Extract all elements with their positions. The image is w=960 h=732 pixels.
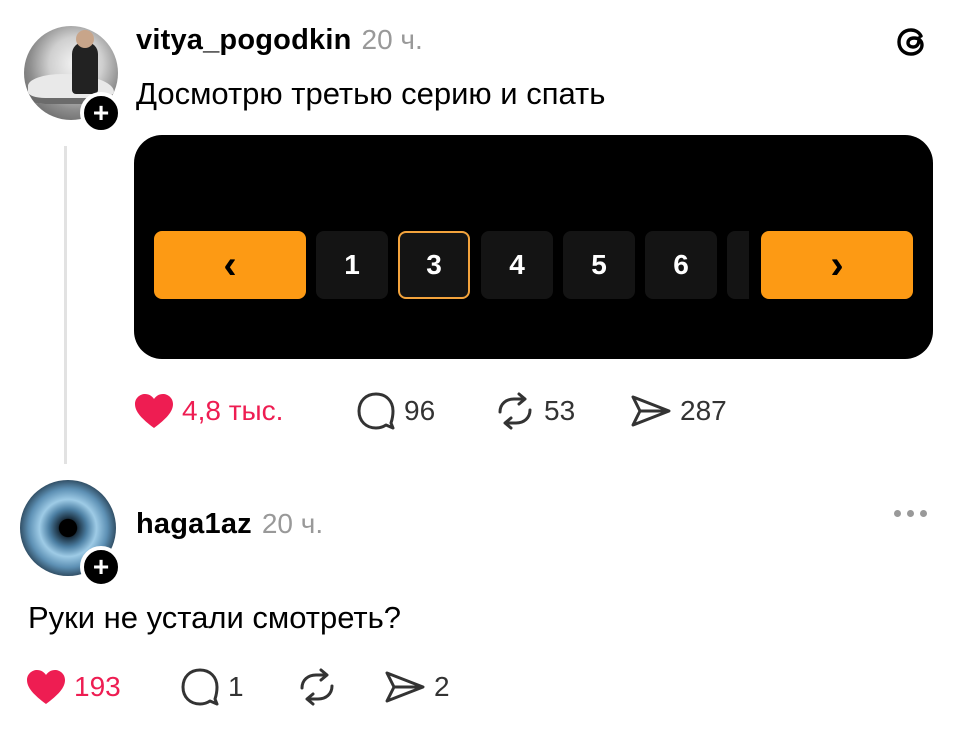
- page-button-3-active[interactable]: 3: [398, 231, 470, 299]
- page-button-6[interactable]: 6: [645, 231, 717, 299]
- reply-text: Руки не устали смотреть?: [28, 600, 402, 635]
- username[interactable]: vitya_pogodkin: [136, 24, 352, 57]
- next-page-button[interactable]: ›: [761, 231, 913, 299]
- comment-button[interactable]: 96: [356, 392, 494, 430]
- page-label: 5: [591, 249, 607, 280]
- repost-icon: [498, 392, 532, 430]
- comment-count: 1: [228, 671, 244, 702]
- repost-button[interactable]: 53: [494, 392, 630, 430]
- follow-plus-icon[interactable]: +: [80, 546, 122, 588]
- comment-count: 96: [404, 395, 436, 426]
- heart-icon: [135, 394, 173, 428]
- threads-logo-icon[interactable]: [893, 22, 933, 62]
- share-icon: [631, 395, 671, 427]
- share-icon: [385, 671, 425, 703]
- share-button[interactable]: 287: [630, 394, 727, 428]
- avatar-head-shape: [76, 30, 94, 48]
- page-button-1[interactable]: 1: [316, 231, 388, 299]
- repost-button[interactable]: [296, 668, 384, 706]
- page-label: 4: [509, 249, 525, 280]
- share-button[interactable]: 2: [384, 670, 450, 704]
- username[interactable]: haga1az: [136, 508, 252, 541]
- like-button[interactable]: 193: [26, 669, 180, 705]
- timestamp: 20 ч.: [261, 508, 324, 539]
- follow-plus-icon[interactable]: +: [80, 92, 122, 134]
- post-media-pagination: ‹ 1 3 4 5 6 ›: [134, 135, 933, 359]
- like-count: 4,8 тыс.: [182, 395, 284, 426]
- share-count: 287: [680, 395, 727, 426]
- comment-icon: [181, 668, 219, 706]
- repost-count: 53: [544, 395, 576, 426]
- share-count: 2: [434, 671, 450, 702]
- page-label: 6: [673, 249, 689, 280]
- thread-line: [64, 146, 67, 464]
- chevron-left-icon: ‹: [223, 243, 237, 287]
- avatar-person-shape: [72, 42, 98, 94]
- comment-button[interactable]: 1: [180, 668, 296, 706]
- post-text: Досмотрю третью серию и спать: [136, 76, 606, 111]
- page-button-4[interactable]: 4: [481, 231, 553, 299]
- like-count: 193: [74, 671, 121, 702]
- more-icon[interactable]: [894, 510, 927, 517]
- post-actions: 4,8 тыс. 96 53 287: [134, 392, 727, 430]
- heart-icon: [27, 670, 65, 704]
- comment-icon: [357, 392, 395, 430]
- post-header: vitya_pogodkin 20 ч.: [136, 24, 423, 57]
- reply-header: haga1az 20 ч.: [136, 508, 323, 541]
- page-label: 1: [344, 249, 360, 280]
- timestamp: 20 ч.: [361, 24, 423, 55]
- repost-icon: [300, 668, 334, 706]
- like-button[interactable]: 4,8 тыс.: [134, 393, 356, 429]
- reply-actions: 193 1 2: [26, 668, 450, 706]
- page-button-partial: [727, 231, 749, 299]
- page-label: 3: [426, 249, 442, 280]
- prev-page-button[interactable]: ‹: [154, 231, 306, 299]
- chevron-right-icon: ›: [830, 243, 844, 287]
- page-button-5[interactable]: 5: [563, 231, 635, 299]
